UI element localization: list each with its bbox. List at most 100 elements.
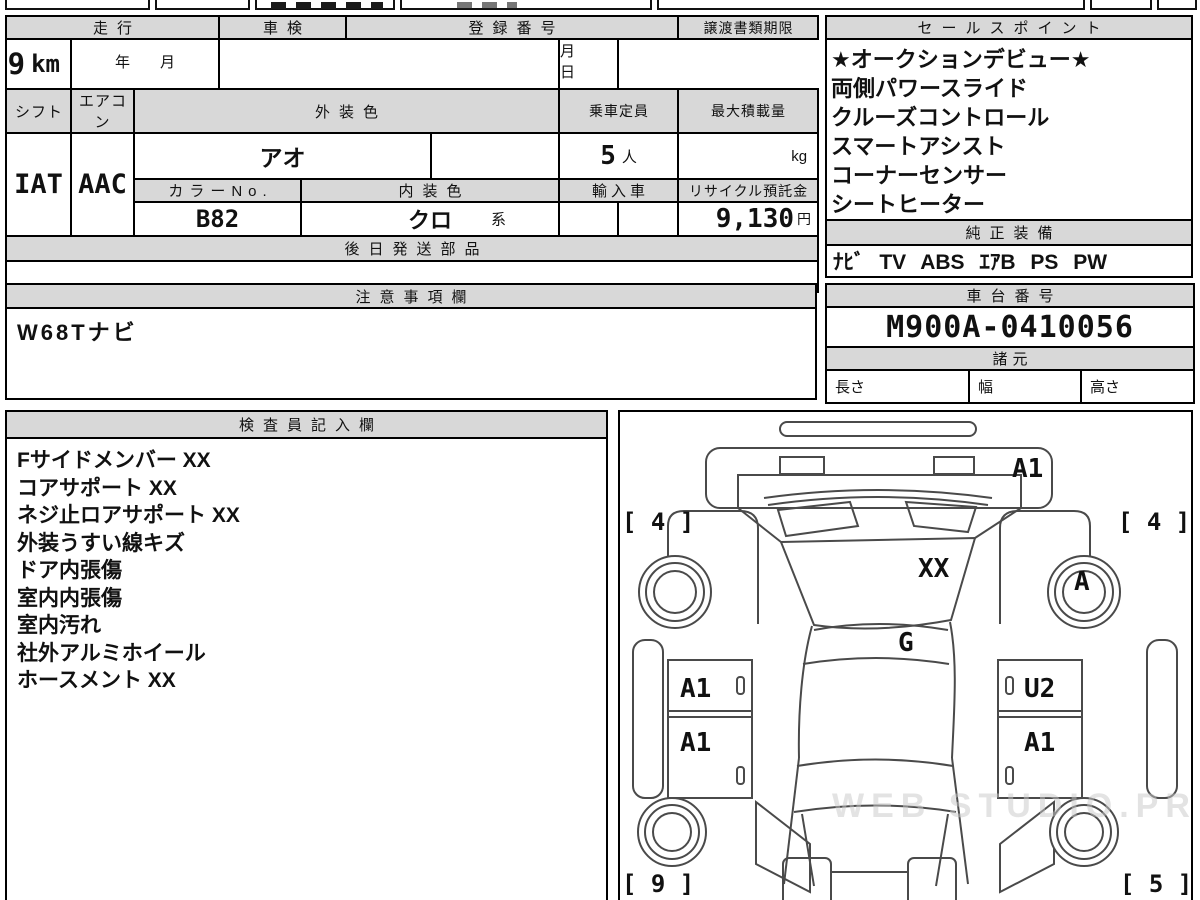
chassis-table: 車台番号 M900A-0410056 諸元 長さ 幅 高さ [825, 283, 1195, 404]
grade-label-right-front-fender: [ 4 ] [1118, 508, 1191, 536]
grade-label-right-front-door: U2 [1024, 674, 1056, 704]
aircon-value-cell: AAC [70, 132, 135, 237]
sales-point: スマートアシスト [831, 134, 1006, 159]
transfer-deadline-header: 譲渡書類期限 [677, 15, 820, 40]
inspector-header: 検査員記入欄 [5, 410, 608, 439]
recycle-deposit-value-cell: 9,130 円 [677, 201, 820, 237]
clipped-top-cell [5, 0, 150, 10]
clipped-top-cell [255, 0, 395, 10]
interior-color-header: 内装色 [299, 178, 561, 203]
aircon-value: AAC [78, 169, 127, 200]
grade-label-left-rear-corner: [ 9 ] [622, 870, 695, 898]
inspector-line: ネジ止ロアサポート XX [17, 504, 240, 527]
sales-point: 両側パワースライド [831, 76, 1028, 101]
interior-color-value-cell: クロ 系 [299, 201, 561, 237]
width-label: 幅 [978, 379, 994, 396]
exterior-color-header: 外装色 [132, 88, 561, 134]
notes-content: W68Tナビ [17, 320, 138, 345]
capacity-value: 5 [600, 141, 616, 171]
sales-points-header: セールスポイント [825, 15, 1193, 40]
inspector-line: 室内内張傷 [17, 586, 122, 610]
capacity-value-cell: 5人 [558, 132, 680, 180]
grade-label-front-bumper: A1 [1012, 454, 1044, 484]
sales-points-cell: ★オークションデビュー★ 両側パワースライド クルーズコントロール スマートアシ… [825, 38, 1193, 221]
shift-value-cell: IAT [5, 132, 72, 237]
shift-value: IAT [14, 169, 63, 200]
inspection-header: 車検 [217, 15, 348, 40]
sales-point: コーナーセンサー [831, 163, 1008, 188]
genuine-equipment-cell: ﾅﾋﾞ TV ABS ｴｱB PS PW [825, 244, 1193, 278]
mileage-value: 71,879 [7, 47, 26, 81]
grade-label-windshield: XX [918, 554, 950, 584]
capacity-unit: 人 [621, 148, 637, 166]
inspection-value-cell: 年 月 [70, 38, 220, 90]
clipped-top-cell [1157, 0, 1197, 10]
shift-header: シフト [5, 88, 72, 134]
inspection-placeholder: 年 月 [114, 53, 175, 71]
grade-label-cowl: G [898, 628, 914, 658]
aircon-header: エアコン [70, 88, 135, 134]
exterior-color-value: アオ [259, 146, 306, 172]
transfer-placeholder: 月 日 [560, 43, 606, 81]
notes-cell: W68Tナビ [5, 307, 817, 400]
max-load-value-cell: kg [677, 132, 820, 180]
inspector-table: 検査員記入欄 Fサイドメンバー XX コアサポート XX ネジ止ロアサポート X… [5, 410, 608, 900]
mileage-value-cell: 71,879 km [5, 38, 72, 90]
grade-label-left-front-door: A1 [680, 674, 712, 704]
chassis-number-value: M900A-0410056 [886, 309, 1134, 345]
interior-color-value: クロ [408, 209, 453, 234]
clipped-top-cell [400, 0, 652, 10]
exterior-color-value-cell: アオ [132, 132, 433, 180]
chassis-number-cell: M900A-0410056 [825, 306, 1195, 348]
recycle-deposit-value: 9,130 [715, 204, 795, 234]
color-no-value-cell: B82 [133, 201, 302, 237]
genuine-equipment-header: 純正装備 [825, 219, 1193, 246]
sales-point: シートヒーター [831, 192, 986, 217]
inspector-line: ホースメント XX [17, 669, 176, 692]
sales-point: クルーズコントロール [831, 105, 1050, 130]
clipped-top-cell [657, 0, 1085, 10]
capacity-header: 乗車定員 [558, 88, 680, 134]
transfer-deadline-cell: 月 日 [558, 38, 620, 90]
grade-label-right-front-wheel: A [1074, 567, 1090, 597]
notes-header: 注意事項欄 [5, 283, 817, 309]
mileage-unit: km [31, 50, 60, 78]
notes-table: 注意事項欄 W68Tナビ [5, 283, 817, 400]
watermark: WEB STUDIO.PRO [832, 787, 1193, 825]
height-cell: 高さ [1080, 369, 1195, 404]
genuine-equipment-list: ﾅﾋﾞ TV ABS ｴｱB PS PW [833, 251, 1108, 274]
auction-sheet: 走行 車検 登録番号 譲渡書類期限 71,879 km 年 月 月 日 シフト エ… [0, 0, 1200, 900]
inspector-notes-cell: Fサイドメンバー XX コアサポート XX ネジ止ロアサポート XX 外装うすい… [5, 437, 608, 900]
import-cell-right [617, 201, 680, 237]
grade-label-right-rear-door: A1 [1024, 728, 1056, 758]
later-shipped-parts-header: 後日発送部品 [4, 235, 820, 262]
inspector-line: 社外アルミホイール [17, 641, 206, 665]
grade-label-left-rear-door: A1 [680, 728, 712, 758]
recycle-deposit-header: リサイクル預託金 [677, 178, 820, 203]
max-load-unit: kg [791, 147, 808, 165]
clipped-top-cell [1090, 0, 1152, 10]
specs-header: 諸元 [825, 346, 1195, 371]
inspector-line: コアサポート XX [17, 476, 177, 500]
clipped-text-fragment [457, 2, 517, 9]
inspector-line: Fサイドメンバー XX [17, 449, 211, 472]
import-header: 輸入車 [558, 178, 680, 203]
vehicle-info-table: 走行 車検 登録番号 譲渡書類期限 71,879 km 年 月 月 日 シフト エ… [4, 15, 820, 293]
sales-point: ★オークションデビュー★ [831, 47, 1091, 72]
chassis-number-header: 車台番号 [825, 283, 1195, 308]
color-no-value: B82 [195, 205, 240, 233]
registration-number-cell [217, 38, 561, 90]
grade-label-right-rear-corner: [ 5 ] [1120, 870, 1193, 898]
color-no-header: カラーNo. [133, 178, 302, 203]
import-cell-left [558, 201, 620, 237]
width-cell: 幅 [968, 369, 1082, 404]
max-load-header: 最大積載量 [677, 88, 820, 134]
height-label: 高さ [1090, 379, 1121, 396]
mileage-header: 走行 [5, 15, 220, 40]
clipped-text-fragment [271, 2, 383, 9]
recycle-deposit-unit: 円 [797, 211, 812, 227]
length-cell: 長さ [825, 369, 970, 404]
sales-points-table: セールスポイント ★オークションデビュー★ 両側パワースライド クルーズコントロ… [825, 15, 1193, 278]
clipped-top-cell [155, 0, 250, 10]
exterior-color-extra-cell [430, 132, 561, 180]
